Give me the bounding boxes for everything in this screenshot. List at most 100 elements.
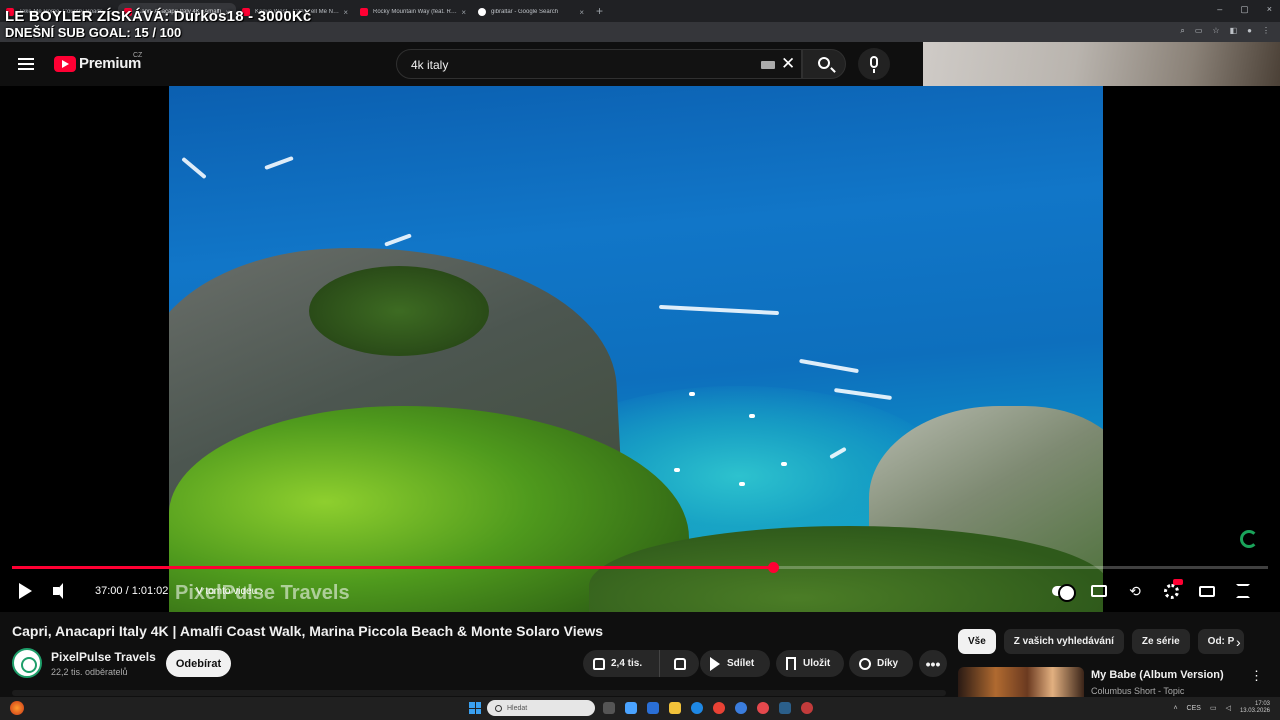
thumbs-down-icon (673, 657, 686, 670)
chip-from-searches[interactable]: Z vašich vyhledávání (1003, 629, 1124, 654)
video-player[interactable]: PixelPulse Travels 37:00 / 1:01:02 V tom… (0, 86, 1280, 612)
stream-sub-goal-overlay: DNEŠNÍ SUB GOAL: 15 / 100 (5, 25, 182, 40)
youtube-play-icon (54, 55, 76, 72)
thanks-icon (859, 657, 871, 670)
profile-icon[interactable]: ● (1247, 26, 1252, 36)
weather-widget-icon[interactable] (10, 701, 24, 715)
share-label: Sdílet (727, 658, 755, 669)
progress-bar[interactable] (12, 562, 1268, 573)
bookmark-star-icon[interactable]: ☆ (1212, 26, 1219, 36)
video-frame[interactable] (169, 86, 1103, 612)
volume-icon (53, 583, 63, 599)
theater-icon (1199, 585, 1215, 597)
obs-icon[interactable] (801, 702, 813, 714)
chip-all[interactable]: Vše (958, 629, 996, 654)
fullscreen-icon (1236, 584, 1250, 598)
chrome-icon[interactable] (713, 702, 725, 714)
more-actions-button[interactable]: ••• (919, 650, 947, 677)
thanks-button[interactable]: Díky (849, 650, 913, 677)
opera-icon[interactable] (757, 702, 769, 714)
windows-start-icon[interactable] (469, 702, 481, 714)
clock-time: 17:03 (1254, 701, 1270, 707)
cast-icon[interactable]: ▭ (1195, 26, 1203, 36)
clear-search-icon[interactable]: ✕ (781, 54, 795, 74)
steam-icon[interactable] (779, 702, 791, 714)
maximize-button[interactable]: ▢ (1240, 4, 1249, 15)
browser-menu-icon[interactable]: ⋮ (1262, 26, 1270, 36)
edge-icon[interactable] (691, 702, 703, 714)
close-window-button[interactable]: × (1267, 4, 1272, 15)
browser-tab[interactable]: gibraltar - Google Search × (472, 3, 590, 21)
settings-button[interactable] (1161, 579, 1183, 601)
clock-date: 13.03.2026 (1239, 708, 1270, 714)
system-tray: ˄ CES ▭ ◁ 17:03 13.03.2026 (1173, 701, 1270, 715)
language-indicator[interactable]: CES (1187, 705, 1201, 712)
window-controls: – ▢ × (1217, 4, 1272, 15)
microphone-icon (870, 56, 878, 68)
recommendation-title[interactable]: My Babe (Album Version) (1091, 669, 1224, 681)
subtitles-button[interactable] (1089, 581, 1109, 601)
tab-close-icon[interactable]: × (343, 8, 348, 17)
subscriber-count: 22,2 tis. odběratelů (51, 667, 128, 677)
hamburger-menu-icon[interactable] (16, 55, 36, 73)
search-query: 4k italy (411, 58, 449, 72)
loop-button[interactable]: ⟲ (1125, 581, 1145, 601)
autoplay-icon (1052, 584, 1076, 602)
keyboard-icon[interactable] (761, 61, 775, 69)
brand-label: Premium (79, 55, 142, 72)
search-input[interactable]: 4k italy ✕ (396, 49, 802, 79)
channel-name[interactable]: PixelPulse Travels (51, 650, 156, 664)
tab-close-icon[interactable]: × (461, 8, 466, 17)
loop-icon: ⟲ (1129, 582, 1141, 599)
minimize-button[interactable]: – (1217, 4, 1222, 15)
country-code: CZ (133, 52, 143, 59)
chapter-button[interactable]: V tomto videu › (196, 578, 263, 604)
task-view-icon[interactable] (603, 702, 615, 714)
dislike-button[interactable] (660, 657, 699, 670)
network-icon[interactable]: ▭ (1210, 704, 1217, 712)
bookmark-icon (786, 657, 796, 670)
save-button[interactable]: Uložit (776, 650, 844, 677)
address-bar[interactable]: ⌕ ▭ ☆ ◧ ● ⋮ (0, 22, 1280, 42)
save-label: Uložit (803, 658, 831, 669)
clock[interactable]: 17:03 13.03.2026 (1240, 701, 1270, 715)
play-button[interactable] (16, 578, 34, 604)
like-dislike-group: 2,4 tis. (583, 650, 699, 677)
windows-taskbar: Hledat ˄ CES ▭ ◁ 17:03 13.03.2026 (0, 697, 1280, 720)
widgets-icon[interactable] (625, 702, 637, 714)
zoom-icon[interactable]: ⌕ (1180, 26, 1184, 36)
recommendation-thumbnail[interactable] (958, 667, 1084, 697)
like-button[interactable]: 2,4 tis. (583, 650, 660, 677)
voice-search-button[interactable] (858, 48, 890, 80)
screen: Take Me Home, Country Roads × Capri, Anac… (0, 0, 1280, 720)
tray-chevron-icon[interactable]: ˄ (1173, 705, 1177, 712)
subscribe-button[interactable]: Odebírat (166, 650, 231, 677)
youtube-icon (360, 8, 368, 16)
tab-close-icon[interactable]: × (579, 8, 584, 17)
recommendation-channel[interactable]: Columbus Short - Topic (1091, 686, 1184, 696)
fullscreen-button[interactable] (1233, 581, 1253, 601)
share-button[interactable]: Sdílet (700, 650, 770, 677)
address-bar-icons: ⌕ ▭ ☆ ◧ ● ⋮ (1180, 26, 1270, 36)
file-explorer-icon[interactable] (669, 702, 681, 714)
stream-donation-overlay: LE BOYLER ZÍSKÁVÁ: Durkos18 - 3000Kč (5, 8, 312, 25)
subtitles-icon (1091, 585, 1107, 597)
taskbar-search-placeholder: Hledat (507, 704, 528, 712)
channel-avatar[interactable] (12, 648, 42, 678)
browser-tab[interactable]: Rocky Mountain Way (feat. Rob × (354, 3, 472, 21)
theater-mode-button[interactable] (1197, 581, 1217, 601)
extension-icon[interactable]: ◧ (1230, 26, 1238, 36)
youtube-logo[interactable]: Premium CZ (54, 52, 143, 72)
volume-tray-icon[interactable]: ◁ (1226, 704, 1231, 712)
recommendation-menu-icon[interactable]: ⋮ (1250, 668, 1263, 684)
chevron-right-icon[interactable]: › (1236, 634, 1241, 650)
search-button[interactable] (802, 49, 846, 79)
chip-from-series[interactable]: Ze série (1131, 629, 1190, 654)
store-icon[interactable] (647, 702, 659, 714)
autoplay-toggle[interactable] (1050, 581, 1076, 602)
taskbar-search-input[interactable]: Hledat (487, 700, 595, 716)
mute-button[interactable] (53, 578, 71, 604)
new-tab-button[interactable]: + (596, 4, 603, 18)
app-icon[interactable] (735, 702, 747, 714)
gear-icon (1163, 583, 1179, 599)
